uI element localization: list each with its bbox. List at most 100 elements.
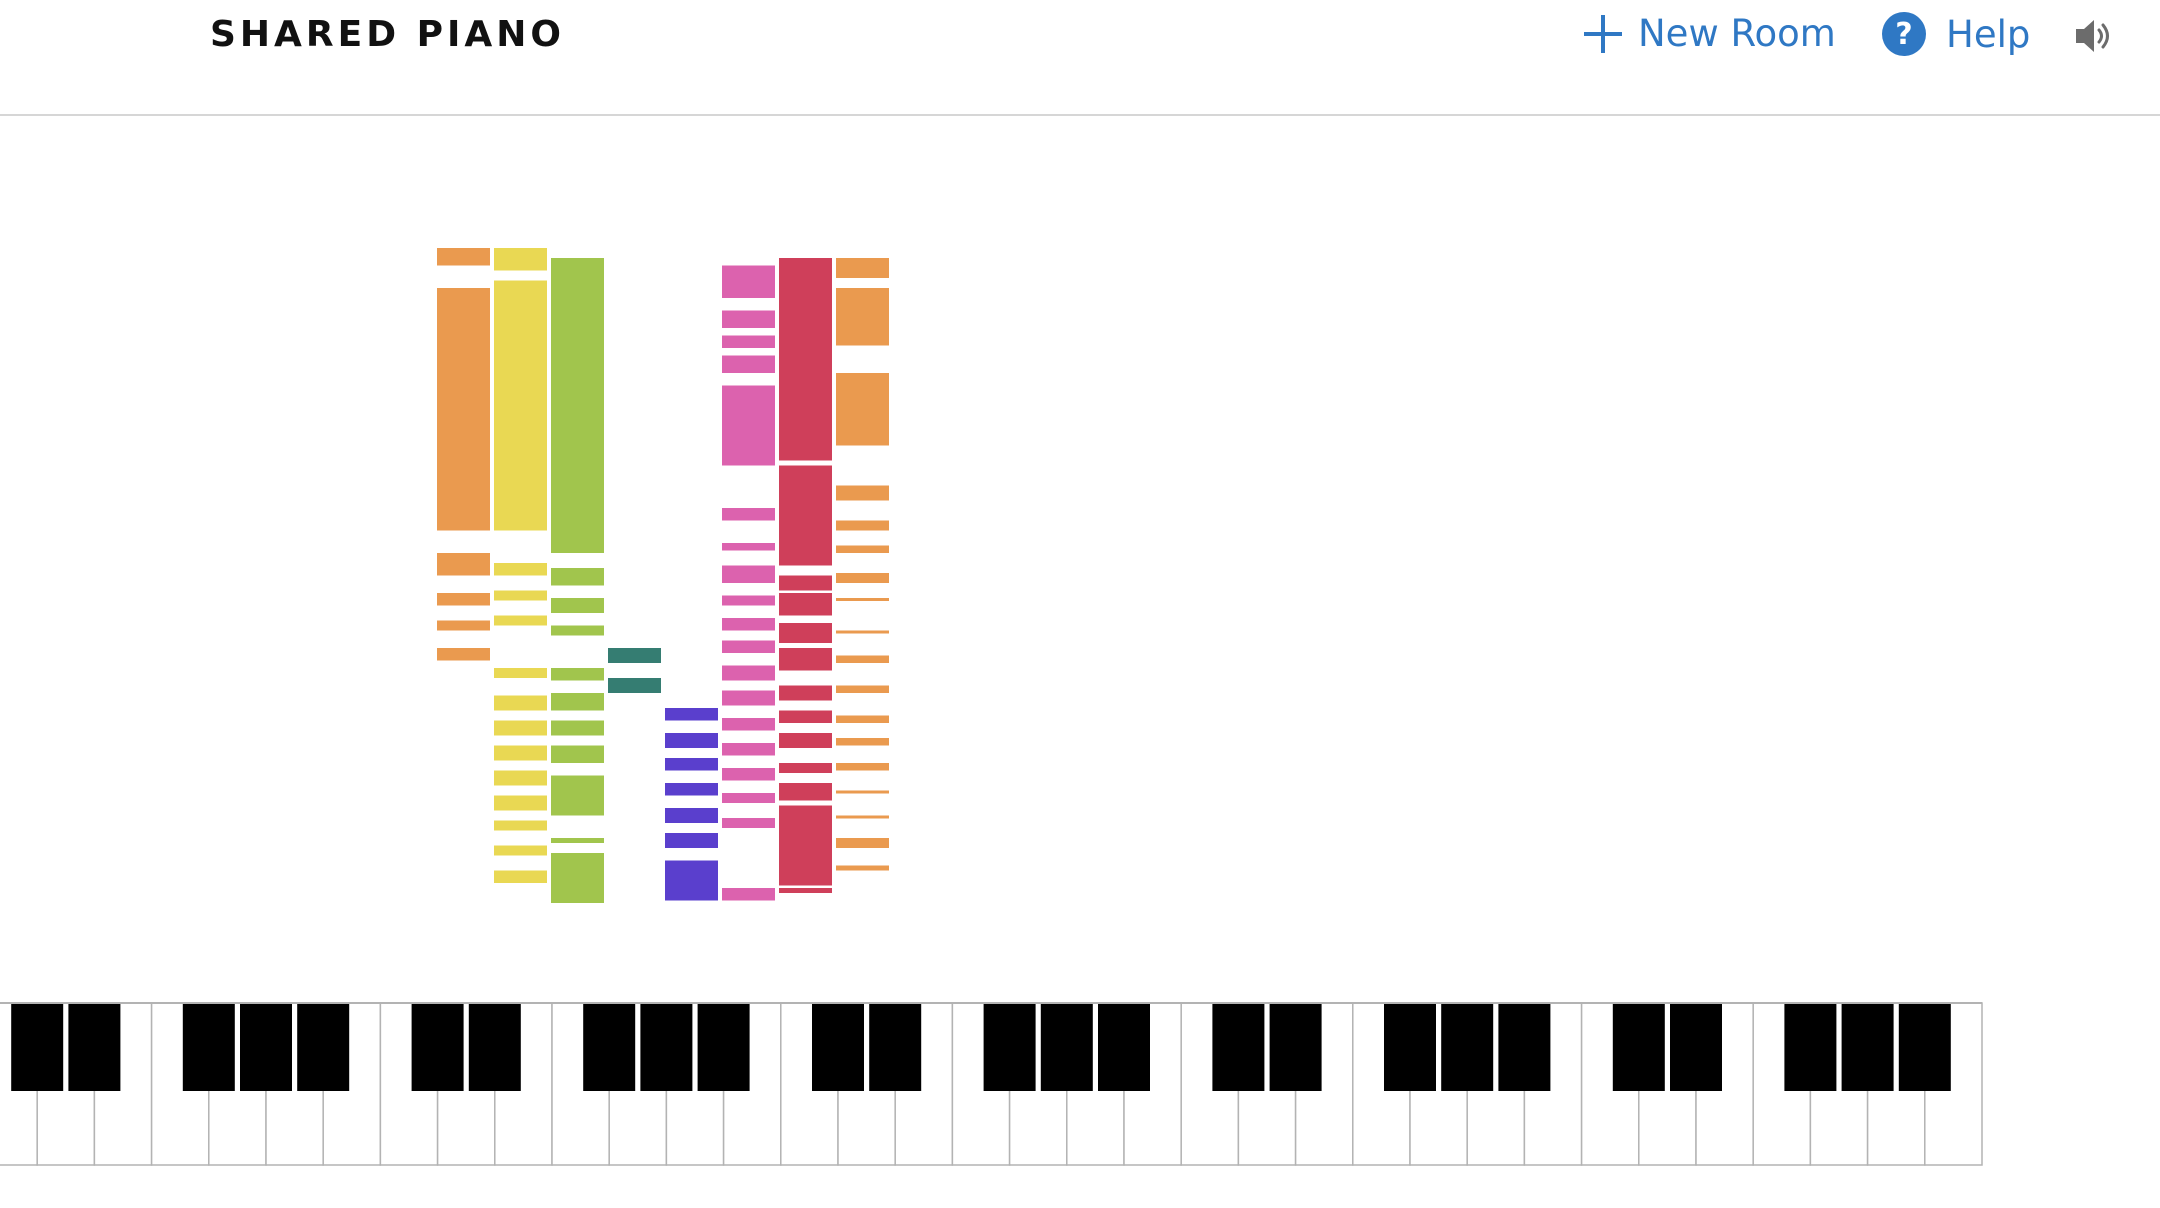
note-bar-yellow [494,563,547,576]
note-bar-yellow [494,770,547,786]
note-bar-pink [722,718,775,731]
note-bar-orange [836,790,889,794]
note-bar-pink [722,888,775,901]
note-bar-red [779,763,832,773]
new-room-label: New Room [1638,12,1836,55]
note-bar-pink [722,265,775,298]
note-bar-purple [665,733,718,748]
note-bar-pink [722,310,775,328]
piano-keyboard[interactable] [0,1002,1984,1166]
note-bar-green [551,598,604,613]
black-key[interactable] [1498,1003,1551,1091]
keyboard-top-border [0,1002,1982,1004]
note-bar-yellow [494,615,547,626]
black-key[interactable] [640,1003,693,1091]
note-bar-orange [836,373,889,446]
note-bar-pink [722,565,775,583]
note-bar-orange [836,485,889,501]
note-bar-green [551,775,604,816]
note-bar-orange [836,865,889,871]
black-key[interactable] [1212,1003,1265,1091]
note-bar-pink [722,640,775,653]
black-key[interactable] [182,1003,235,1091]
black-key[interactable] [583,1003,636,1091]
black-key[interactable] [1898,1003,1951,1091]
black-key[interactable] [11,1003,64,1091]
note-bar-purple [665,833,718,848]
note-bar-red [779,593,832,616]
note-bar-orange [437,593,490,606]
help-button[interactable]: ? Help [1882,12,2030,56]
note-bar-purple [665,783,718,796]
note-bar-red [779,710,832,723]
note-bar-teal [608,678,661,693]
note-bar-orange [836,288,889,346]
note-bar-pink [722,743,775,756]
note-bar-red [779,648,832,671]
black-key[interactable] [869,1003,922,1091]
black-key[interactable] [1040,1003,1093,1091]
note-bar-pink [722,618,775,631]
note-bar-pink [722,543,775,551]
note-bar-yellow [494,845,547,856]
note-bar-pink [722,595,775,606]
note-bar-orange [836,738,889,746]
black-key[interactable] [1784,1003,1837,1091]
black-key[interactable] [468,1003,521,1091]
note-bar-orange [836,685,889,693]
note-bar-orange [437,248,490,266]
note-bar-green [551,745,604,763]
note-bar-orange [437,620,490,631]
note-bar-purple [665,808,718,823]
black-key[interactable] [297,1003,350,1091]
note-bar-yellow [494,795,547,811]
new-room-button[interactable]: New Room [1584,12,1836,55]
help-label: Help [1946,12,2031,56]
note-bar-green [551,668,604,681]
note-bar-orange [437,648,490,661]
black-key[interactable] [1612,1003,1665,1091]
note-bar-red [779,623,832,643]
black-key[interactable] [697,1003,750,1091]
note-bar-purple [665,758,718,771]
note-bar-red [779,685,832,701]
black-key[interactable] [68,1003,121,1091]
note-bar-green [551,693,604,711]
note-bar-yellow [494,668,547,678]
note-bar-orange [836,258,889,278]
note-bar-orange [836,763,889,771]
note-bar-orange [836,520,889,531]
note-bar-yellow [494,248,547,271]
black-key[interactable] [983,1003,1036,1091]
note-bar-yellow [494,820,547,831]
black-key[interactable] [1384,1003,1436,1091]
black-key[interactable] [1670,1003,1722,1091]
note-bar-red [779,805,832,886]
note-bar-green [551,838,604,843]
top-bar: SHARED PIANO New Room ? Help [0,0,2160,116]
black-key[interactable] [1441,1003,1494,1091]
question-circle-icon: ? [1882,12,1926,56]
note-bar-green [551,258,604,553]
black-key[interactable] [1098,1003,1150,1091]
note-visualizer [437,248,889,903]
black-key[interactable] [411,1003,464,1091]
note-bar-orange [836,573,889,583]
black-key[interactable] [1841,1003,1894,1091]
note-bar-green [551,720,604,736]
note-bar-purple [665,708,718,721]
plus-icon [1584,14,1622,53]
note-bar-pink [722,385,775,466]
note-bar-purple [665,860,718,901]
note-bar-yellow [494,720,547,736]
note-bar-teal [608,648,661,663]
black-key[interactable] [812,1003,864,1091]
black-key[interactable] [240,1003,292,1091]
black-key[interactable] [1269,1003,1322,1091]
note-bar-pink [722,335,775,348]
note-bar-orange [836,655,889,663]
note-bar-pink [722,768,775,781]
note-bar-green [551,568,604,586]
speaker-icon[interactable] [2074,16,2116,56]
note-bar-green [551,853,604,903]
